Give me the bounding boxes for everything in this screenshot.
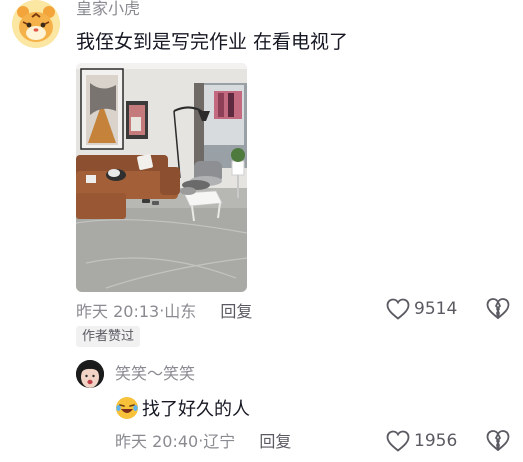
broken-heart-icon: [486, 430, 510, 451]
comment-text: 找了好久的人: [142, 399, 250, 420]
avatar[interactable]: [76, 360, 104, 388]
comment-time: 昨天 20:40: [115, 432, 199, 451]
comment-text: 我侄女到是写完作业 在看电视了: [76, 31, 349, 53]
comment-image[interactable]: [76, 63, 247, 292]
author-liked-badge: 作者赞过: [76, 326, 141, 347]
reply-button[interactable]: 回复: [259, 428, 291, 452]
like-count: 1956: [414, 431, 458, 451]
comment-location: 辽宁: [203, 432, 236, 451]
like-button[interactable]: 9514: [386, 296, 457, 322]
avatar[interactable]: [12, 0, 60, 48]
living-room-photo: [76, 63, 247, 292]
like-count: 9514: [414, 299, 458, 319]
dislike-button[interactable]: [486, 297, 510, 321]
heart-icon: [386, 430, 410, 452]
heart-icon: [386, 298, 410, 320]
laughing-emoji-icon: [116, 397, 138, 419]
comment-time: 昨天 20:13: [76, 302, 160, 321]
tiger-avatar-icon: [12, 0, 60, 48]
broken-heart-icon: [486, 298, 510, 319]
comment-location: 山东: [164, 302, 197, 321]
comment-meta: 昨天 20:40 · 辽宁 回复: [115, 428, 291, 452]
girl-avatar-icon: [76, 360, 104, 388]
comment-thread: 皇家小虎 我侄女到是写完作业 在看电视了 昨天 20:13 · 山东 回复 95…: [0, 0, 523, 462]
username[interactable]: 皇家小虎: [76, 0, 140, 18]
reply-button[interactable]: 回复: [220, 298, 252, 322]
comment-meta: 昨天 20:13 · 山东 回复: [76, 298, 252, 322]
like-button[interactable]: 1956: [386, 428, 457, 454]
dislike-button[interactable]: [486, 429, 510, 453]
username[interactable]: 笑笑～笑笑: [115, 365, 195, 383]
comment-text-row: 找了好久的人: [115, 393, 250, 423]
